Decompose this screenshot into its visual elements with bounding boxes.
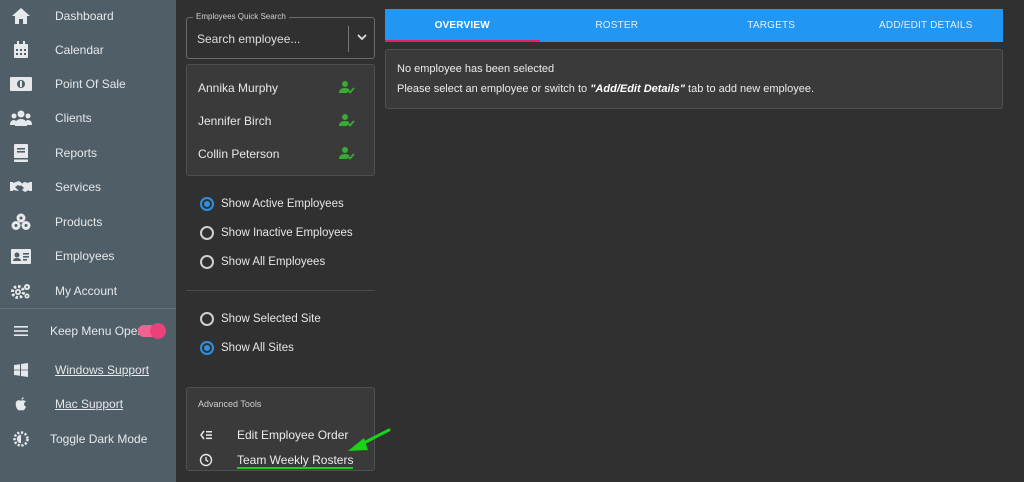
sidebar: Dashboard Calendar Point Of Sale Clients… [0, 0, 176, 482]
brightness-icon [10, 428, 32, 450]
boxes-icon [10, 211, 32, 233]
radio-label: Show Selected Site [221, 313, 321, 325]
tab-targets[interactable]: TARGETS [694, 9, 849, 42]
sidebar-item-dashboard[interactable]: Dashboard [0, 1, 176, 31]
users-icon [10, 107, 32, 129]
sidebar-item-my-account[interactable]: My Account [0, 276, 176, 306]
toggle-dark-mode-button[interactable]: Toggle Dark Mode [0, 424, 176, 454]
sidebar-item-label: Point Of Sale [55, 77, 126, 91]
sidebar-item-products[interactable]: Products [0, 207, 176, 237]
radio-button[interactable] [200, 226, 214, 240]
chevron-down-icon[interactable] [355, 30, 369, 44]
sidebar-item-label: Employees [55, 249, 115, 263]
reorder-icon [199, 428, 213, 442]
menu-icon [10, 320, 32, 342]
gears-icon [10, 280, 32, 302]
windows-support-link[interactable]: Windows Support [0, 355, 176, 385]
tab-bar: OVERVIEW ROSTER TARGETS ADD/EDIT DETAILS [385, 9, 1003, 42]
tab-overview[interactable]: OVERVIEW [385, 9, 540, 42]
windows-icon [10, 359, 32, 381]
annotation-arrow-icon [344, 426, 394, 456]
sidebar-item-employees[interactable]: Employees [0, 241, 176, 271]
windows-support-label[interactable]: Windows Support [55, 363, 149, 377]
radio-label: Show Active Employees [221, 198, 344, 210]
employee-list-item[interactable]: Collin Peterson [187, 138, 374, 168]
sidebar-item-label: Services [55, 180, 102, 194]
radio-show-selected-site[interactable]: Show Selected Site [200, 310, 370, 328]
sidebar-item-reports[interactable]: Reports [0, 138, 176, 168]
book-icon [10, 142, 32, 164]
sidebar-item-label: Products [55, 215, 103, 229]
id-card-icon [10, 245, 32, 267]
no-selection-message: No employee has been selected Please sel… [385, 49, 1003, 109]
radio-button-selected[interactable] [200, 197, 214, 211]
message-title: No employee has been selected [397, 63, 555, 75]
sidebar-divider [0, 308, 176, 309]
cash-icon [10, 73, 32, 95]
employee-search-field[interactable]: Employees Quick Search [186, 12, 375, 59]
apple-icon [10, 393, 32, 415]
sidebar-item-label: My Account [55, 284, 118, 298]
keep-menu-open-toggle[interactable] [138, 323, 166, 339]
employee-list-item[interactable]: Jennifer Birch [187, 105, 374, 135]
radio-button-selected[interactable] [200, 341, 214, 355]
active-user-icon [339, 146, 355, 160]
sidebar-item-services[interactable]: Services [0, 172, 176, 202]
clock-icon [199, 453, 213, 467]
sidebar-item-calendar[interactable]: Calendar [0, 35, 176, 65]
team-weekly-rosters-label: Team Weekly Rosters [237, 453, 354, 469]
keep-menu-open-label: Keep Menu Open [50, 324, 145, 338]
employee-name: Annika Murphy [198, 81, 279, 95]
radio-label: Show All Employees [221, 256, 326, 268]
search-input[interactable] [197, 32, 347, 46]
mac-support-label[interactable]: Mac Support [55, 397, 123, 411]
message-body: Please select an employee or switch to "… [397, 83, 814, 95]
message-text: Please select an employee or switch to [397, 83, 591, 95]
employee-list-item[interactable]: Annika Murphy [187, 72, 374, 102]
radio-button[interactable] [200, 255, 214, 269]
search-legend: Employees Quick Search [193, 12, 289, 21]
tab-roster[interactable]: ROSTER [540, 9, 695, 42]
toggle-dark-mode-label: Toggle Dark Mode [50, 432, 148, 446]
employee-name: Jennifer Birch [198, 114, 272, 128]
tab-indicator [385, 40, 540, 42]
radio-button[interactable] [200, 312, 214, 326]
radio-show-inactive-employees[interactable]: Show Inactive Employees [200, 224, 370, 242]
radio-label: Show All Sites [221, 342, 294, 354]
sidebar-item-label: Clients [55, 111, 92, 125]
sidebar-item-point-of-sale[interactable]: Point Of Sale [0, 69, 176, 99]
edit-employee-order-label: Edit Employee Order [237, 428, 349, 442]
filter-divider [186, 290, 375, 291]
message-text: tab to add new employee. [685, 83, 815, 95]
handshake-icon [10, 176, 32, 198]
radio-show-active-employees[interactable]: Show Active Employees [200, 195, 370, 213]
sidebar-item-clients[interactable]: Clients [0, 103, 176, 133]
tab-add-edit-details[interactable]: ADD/EDIT DETAILS [849, 9, 1004, 42]
advanced-tools-title: Advanced Tools [198, 399, 262, 409]
radio-label: Show Inactive Employees [221, 227, 353, 239]
tab-label: OVERVIEW [434, 20, 490, 31]
search-divider [348, 26, 349, 52]
employee-list: Annika Murphy Jennifer Birch Collin Pete… [186, 64, 375, 176]
home-icon [10, 5, 32, 27]
tab-label: ADD/EDIT DETAILS [879, 20, 973, 31]
radio-show-all-employees[interactable]: Show All Employees [200, 253, 370, 271]
tab-label: TARGETS [747, 20, 796, 31]
mac-support-link[interactable]: Mac Support [0, 389, 176, 419]
active-user-icon [339, 80, 355, 94]
active-user-icon [339, 113, 355, 127]
calendar-icon [10, 39, 32, 61]
radio-show-all-sites[interactable]: Show All Sites [200, 339, 370, 357]
tab-label: ROSTER [595, 20, 639, 31]
message-tab-reference: "Add/Edit Details" [590, 83, 685, 95]
sidebar-item-label: Dashboard [55, 9, 114, 23]
sidebar-item-label: Reports [55, 146, 98, 160]
sidebar-item-label: Calendar [55, 43, 104, 57]
employee-name: Collin Peterson [198, 147, 280, 161]
